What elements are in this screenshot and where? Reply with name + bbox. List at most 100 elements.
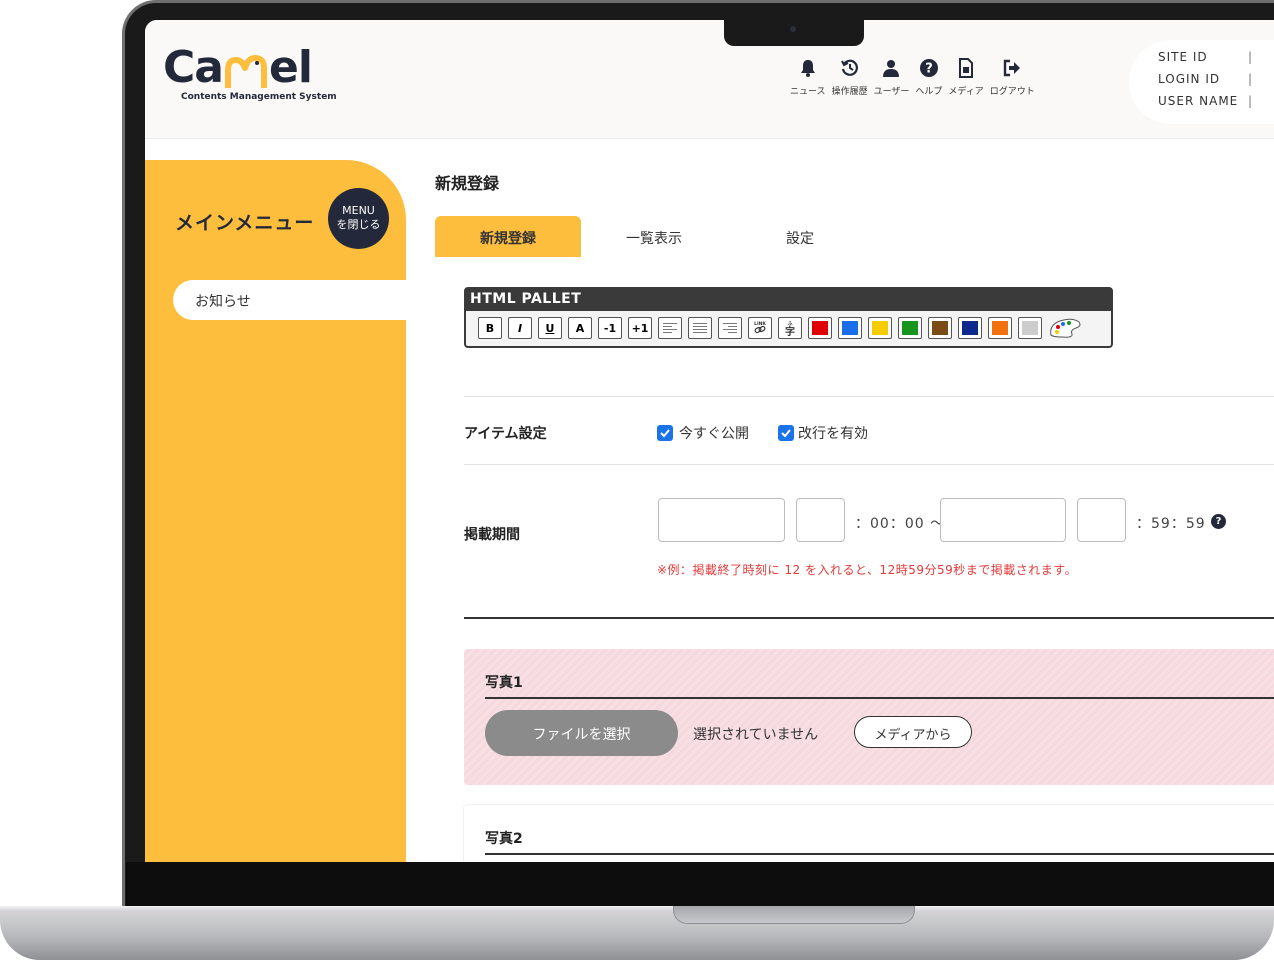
item-settings-label: アイテム設定 (464, 426, 547, 442)
file-status-text: 選択されていません (693, 727, 819, 743)
user-icon (883, 60, 900, 77)
align-center-icon (693, 323, 707, 333)
html-pallet: HTML PALLET B I U A -1 +1 LINK ふ 字 (464, 287, 1113, 348)
photo-1-title: 写真1 (485, 675, 523, 691)
color-blue-fill (842, 321, 858, 335)
choose-file-button[interactable]: ファイルを選択 (485, 710, 678, 756)
tab-settings[interactable]: 設定 (727, 216, 873, 257)
camera-icon (790, 26, 796, 32)
color-green-fill (902, 321, 918, 335)
divider-1 (464, 396, 1274, 397)
color-navy-swatch[interactable] (958, 317, 982, 339)
end-time-suffix: ：59：59 (1136, 516, 1206, 532)
color-yellow-swatch[interactable] (868, 317, 892, 339)
from-media-button[interactable]: メディアから (854, 716, 972, 748)
user-name-row: USER NAME | (1158, 94, 1254, 108)
period-help-icon[interactable]: ? (1211, 514, 1226, 529)
photo-2-title: 写真2 (485, 831, 523, 847)
photo-1-underline (485, 697, 1274, 699)
logo-wordmark: Ca el (163, 42, 313, 93)
app-header: Ca el Contents Management System ニュース 操作… (145, 20, 1274, 139)
camel-m-icon (224, 54, 268, 90)
svg-text:?: ? (925, 62, 933, 77)
font-smaller-button[interactable]: -1 (598, 317, 622, 339)
color-orange-swatch[interactable] (988, 317, 1012, 339)
help-icon: ? (919, 59, 938, 77)
align-left-icon (663, 323, 677, 333)
tab-list[interactable]: 一覧表示 (581, 216, 727, 257)
nav-media[interactable]: メディア (948, 58, 984, 97)
color-gray-swatch[interactable] (1018, 317, 1042, 339)
nav-logout[interactable]: ログアウト (990, 58, 1035, 97)
logout-icon (1004, 59, 1021, 77)
screen: Ca el Contents Management System ニュース 操作… (145, 20, 1274, 862)
menu-close-button[interactable]: MENU を閉じる (328, 188, 389, 249)
photo-2-section: 写真2 (464, 805, 1274, 862)
end-date-input[interactable] (940, 498, 1066, 542)
underline-button[interactable]: U (538, 317, 562, 339)
svg-text:字: 字 (785, 325, 795, 337)
link-button[interactable]: LINK (748, 317, 772, 339)
laptop-bezel-bottom (126, 862, 1274, 908)
history-icon (840, 59, 858, 76)
align-right-icon (723, 323, 737, 333)
start-hour-input[interactable] (796, 498, 845, 542)
site-info-box: SITE ID | LOGIN ID | USER NAME | (1129, 40, 1274, 124)
start-date-input[interactable] (658, 498, 785, 542)
nav-user[interactable]: ユーザー (874, 58, 909, 97)
ruby-icon: ふ字 (785, 321, 795, 337)
color-blue-swatch[interactable] (838, 317, 862, 339)
font-color-button[interactable]: A (568, 317, 592, 339)
period-note: ※例：掲載終了時刻に 12 を入れると、12時59分59秒まで掲載されます。 (657, 563, 1078, 577)
align-center-button[interactable] (688, 317, 712, 339)
publish-now-checkbox[interactable]: 今すぐ公開 (657, 423, 749, 443)
line-break-checkbox[interactable]: 改行を有効 (778, 423, 868, 443)
period-label: 掲載期間 (464, 527, 520, 543)
color-palette-icon (1050, 318, 1081, 338)
pallet-title: HTML PALLET (466, 289, 1111, 311)
nav-news[interactable]: ニュース (790, 58, 826, 97)
site-id-row: SITE ID | (1158, 50, 1254, 64)
align-left-button[interactable] (658, 317, 682, 339)
align-right-button[interactable] (718, 317, 742, 339)
laptop-opening-notch (673, 906, 915, 924)
logo-subtitle: Contents Management System (181, 92, 337, 102)
checkbox-checked-icon (778, 425, 794, 441)
tab-new[interactable]: 新規登録 (435, 216, 581, 257)
color-orange-fill (992, 321, 1008, 335)
photo-2-underline (485, 853, 1274, 855)
bold-button[interactable]: B (478, 317, 502, 339)
nav-history[interactable]: 操作履歴 (832, 58, 868, 97)
start-time-suffix: ：00：00 〜 (855, 516, 946, 532)
screen-notch (724, 20, 864, 46)
end-hour-input[interactable] (1077, 498, 1126, 542)
checkbox-checked-icon (657, 425, 673, 441)
color-gray-fill (1022, 321, 1038, 335)
sidebar: メインメニュー MENU を閉じる お知らせ (145, 160, 406, 862)
sidebar-title: メインメニュー (175, 212, 315, 234)
ruby-button[interactable]: ふ字 (778, 317, 802, 339)
page-title: 新規登録 (435, 174, 500, 193)
italic-button[interactable]: I (508, 317, 532, 339)
color-red-swatch[interactable] (808, 317, 832, 339)
divider-2 (464, 464, 1274, 465)
font-larger-button[interactable]: +1 (628, 317, 652, 339)
sidebar-item-news[interactable]: お知らせ (173, 280, 406, 320)
color-brown-swatch[interactable] (928, 317, 952, 339)
color-palette-button[interactable] (1048, 317, 1082, 339)
divider-3 (464, 617, 1274, 619)
color-brown-fill (932, 321, 948, 335)
camel-logo[interactable]: Ca el Contents Management System (163, 42, 337, 103)
header-nav: ニュース 操作履歴 ユーザー ? ヘルプ メディア ログアウト (790, 58, 1041, 97)
color-navy-fill (962, 321, 978, 335)
media-file-icon (959, 58, 974, 78)
form-content: HTML PALLET B I U A -1 +1 LINK ふ 字 アイテム設… (435, 257, 1274, 862)
color-green-swatch[interactable] (898, 317, 922, 339)
laptop-base-edge (0, 906, 1274, 912)
login-id-row: LOGIN ID | (1158, 72, 1254, 86)
pallet-toolbar: B I U A -1 +1 LINK ふ字 (466, 311, 1111, 339)
nav-help[interactable]: ? ヘルプ (915, 58, 942, 97)
tab-bar: 新規登録 一覧表示 設定 (435, 216, 873, 257)
color-red-fill (812, 321, 828, 335)
photo-1-section: 写真1 ファイルを選択 選択されていません メディアから (464, 649, 1274, 785)
